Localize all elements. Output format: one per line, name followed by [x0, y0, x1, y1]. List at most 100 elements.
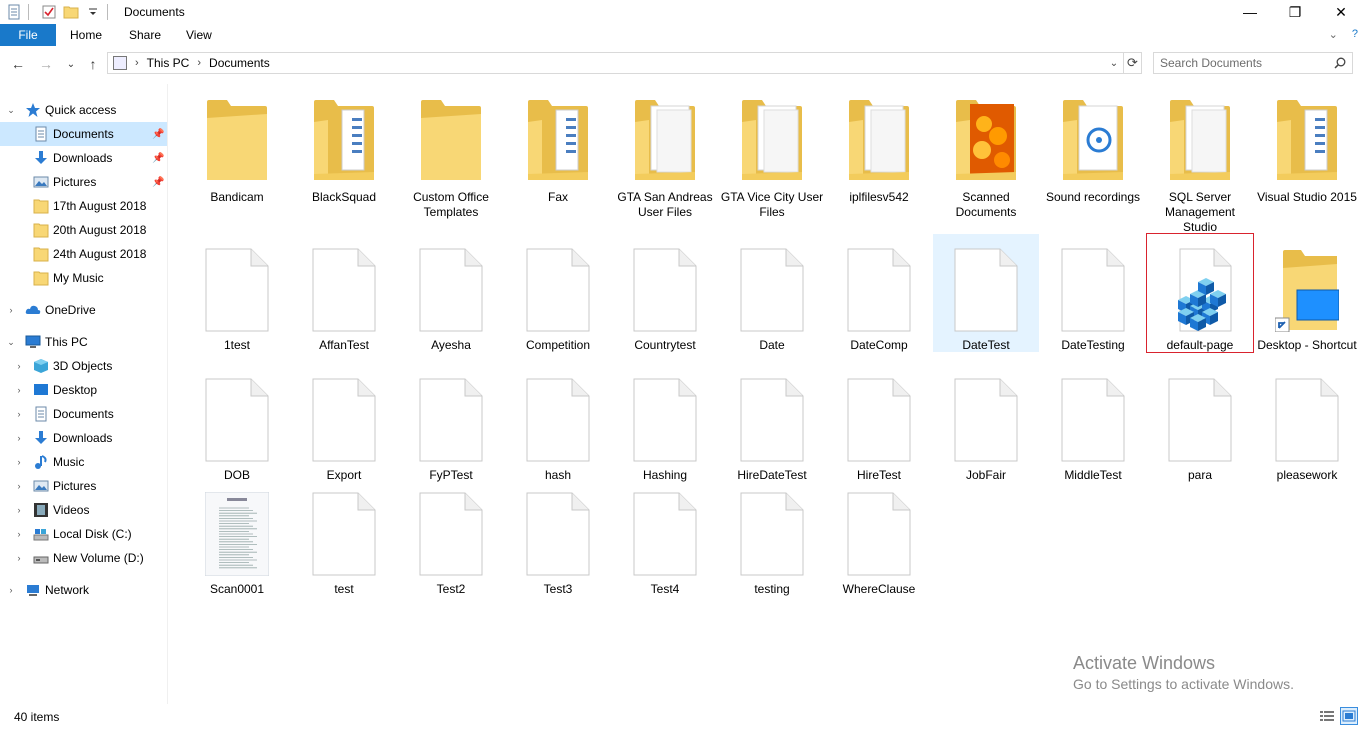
forward-button[interactable]: → [37, 54, 55, 74]
expand-ribbon-button[interactable]: ⌄ [1329, 28, 1338, 41]
sidebar-item-this-pc[interactable]: ⌄ This PC [0, 330, 167, 354]
sidebar-item-my-music[interactable]: My Music [0, 266, 167, 290]
chevron-down-icon[interactable]: ⌄ [6, 337, 16, 348]
file-item[interactable]: iplfilesv542 [826, 96, 932, 236]
file-item[interactable]: Export [291, 374, 397, 488]
file-item[interactable]: DateTesting [1040, 234, 1146, 352]
file-item[interactable]: Test3 [505, 488, 611, 602]
details-view-button[interactable] [1318, 707, 1336, 725]
file-item[interactable]: Competition [505, 234, 611, 352]
pin-icon[interactable]: 📌 [152, 177, 164, 188]
file-item[interactable]: Ayesha [398, 234, 504, 352]
file-item[interactable]: Custom Office Templates [398, 96, 504, 236]
sidebar-item-documents[interactable]: › Documents [0, 402, 167, 426]
search-icon[interactable] [1334, 57, 1346, 69]
file-item[interactable]: Desktop - Shortcut [1254, 234, 1360, 352]
file-item[interactable]: DateTest [933, 234, 1039, 352]
chevron-right-icon[interactable]: › [14, 481, 24, 491]
file-item[interactable]: Countrytest [612, 234, 718, 352]
close-button[interactable]: ✕ [1318, 0, 1364, 24]
chevron-right-icon[interactable]: › [6, 585, 16, 595]
file-item[interactable]: WhereClause [826, 488, 932, 602]
chevron-down-icon[interactable]: ⌄ [1107, 55, 1121, 71]
chevron-right-icon[interactable]: › [197, 57, 201, 69]
file-item[interactable]: SQL Server Management Studio [1147, 96, 1253, 236]
file-item[interactable]: pleasework [1254, 374, 1360, 488]
sidebar-item-pictures[interactable]: Pictures 📌 [0, 170, 167, 194]
sidebar-item-20th-august-2018[interactable]: 20th August 2018 [0, 218, 167, 242]
file-item[interactable]: Scan0001 [184, 488, 290, 602]
file-item[interactable]: Test2 [398, 488, 504, 602]
refresh-button[interactable]: ⟳ [1124, 52, 1142, 74]
file-item[interactable]: HireDateTest [719, 374, 825, 488]
pin-icon[interactable]: 📌 [152, 153, 164, 164]
up-button[interactable]: ↑ [84, 54, 102, 74]
sidebar-item-local-disk-c[interactable]: › Local Disk (C:) [0, 522, 167, 546]
chevron-right-icon[interactable]: › [14, 409, 24, 419]
sidebar-item-pictures[interactable]: › Pictures [0, 474, 167, 498]
file-item[interactable]: 1test [184, 234, 290, 352]
tab-file[interactable]: File [0, 24, 56, 46]
sidebar-item-17th-august-2018[interactable]: 17th August 2018 [0, 194, 167, 218]
chevron-right-icon[interactable]: › [135, 57, 139, 69]
sidebar-item-downloads[interactable]: › Downloads [0, 426, 167, 450]
tab-share[interactable]: Share [115, 24, 175, 46]
search-box[interactable] [1153, 52, 1353, 74]
sidebar-item-24th-august-2018[interactable]: 24th August 2018 [0, 242, 167, 266]
large-icons-view-button[interactable] [1340, 707, 1358, 725]
file-item[interactable]: DateComp [826, 234, 932, 352]
sidebar-item-onedrive[interactable]: › OneDrive [0, 298, 167, 322]
chevron-right-icon[interactable]: › [14, 553, 24, 563]
sidebar-item-quick-access[interactable]: ⌄ Quick access [0, 98, 167, 122]
chevron-right-icon[interactable]: › [14, 433, 24, 443]
file-item[interactable]: Hashing [612, 374, 718, 488]
file-item[interactable]: default-page [1146, 233, 1254, 353]
file-item[interactable]: Date [719, 234, 825, 352]
sidebar-item-music[interactable]: › Music [0, 450, 167, 474]
chevron-right-icon[interactable]: › [14, 529, 24, 539]
documents-app-icon[interactable] [6, 4, 22, 20]
minimize-button[interactable]: — [1227, 0, 1273, 24]
file-item[interactable]: HireTest [826, 374, 932, 488]
file-item[interactable]: testing [719, 488, 825, 602]
file-item[interactable]: Scanned Documents [933, 96, 1039, 236]
maximize-button[interactable]: ❐ [1272, 0, 1318, 24]
sidebar-item-documents[interactable]: Documents 📌 [0, 122, 167, 146]
customize-toolbar-icon[interactable] [85, 4, 101, 20]
file-item[interactable]: FyPTest [398, 374, 504, 488]
sidebar-item-desktop[interactable]: › Desktop [0, 378, 167, 402]
sidebar-item-3d-objects[interactable]: › 3D Objects [0, 354, 167, 378]
help-button[interactable]: ? [1352, 28, 1358, 41]
file-item[interactable]: hash [505, 374, 611, 488]
file-item[interactable]: AffanTest [291, 234, 397, 352]
chevron-right-icon[interactable]: › [14, 361, 24, 371]
new-folder-icon[interactable] [63, 4, 79, 20]
file-item[interactable]: GTA San Andreas User Files [612, 96, 718, 236]
file-item[interactable]: Sound recordings [1040, 96, 1146, 236]
chevron-right-icon[interactable]: › [6, 305, 16, 315]
chevron-right-icon[interactable]: › [14, 505, 24, 515]
chevron-right-icon[interactable]: › [14, 457, 24, 467]
file-item[interactable]: Bandicam [184, 96, 290, 236]
tab-view[interactable]: View [172, 24, 226, 46]
file-item[interactable]: Fax [505, 96, 611, 236]
sidebar-item-videos[interactable]: › Videos [0, 498, 167, 522]
address-bar[interactable]: › This PC › Documents ⌄ [107, 52, 1124, 74]
recent-locations-button[interactable]: ⌄ [62, 54, 80, 74]
chevron-down-icon[interactable]: ⌄ [6, 105, 16, 116]
sidebar-item-network[interactable]: › Network [0, 578, 167, 602]
properties-icon[interactable] [41, 4, 57, 20]
pin-icon[interactable]: 📌 [152, 129, 164, 140]
chevron-right-icon[interactable]: › [14, 385, 24, 395]
file-item[interactable]: Test4 [612, 488, 718, 602]
tab-home[interactable]: Home [56, 24, 116, 46]
file-item[interactable]: BlackSquad [291, 96, 397, 236]
sidebar-item-new-volume-d[interactable]: › New Volume (D:) [0, 546, 167, 570]
file-item[interactable]: para [1147, 374, 1253, 488]
file-item[interactable]: JobFair [933, 374, 1039, 488]
file-item[interactable]: DOB [184, 374, 290, 488]
breadcrumb-this-pc[interactable]: This PC [147, 56, 190, 70]
file-item[interactable]: Visual Studio 2015 [1254, 96, 1360, 236]
file-item[interactable]: test [291, 488, 397, 602]
file-item[interactable]: MiddleTest [1040, 374, 1146, 488]
